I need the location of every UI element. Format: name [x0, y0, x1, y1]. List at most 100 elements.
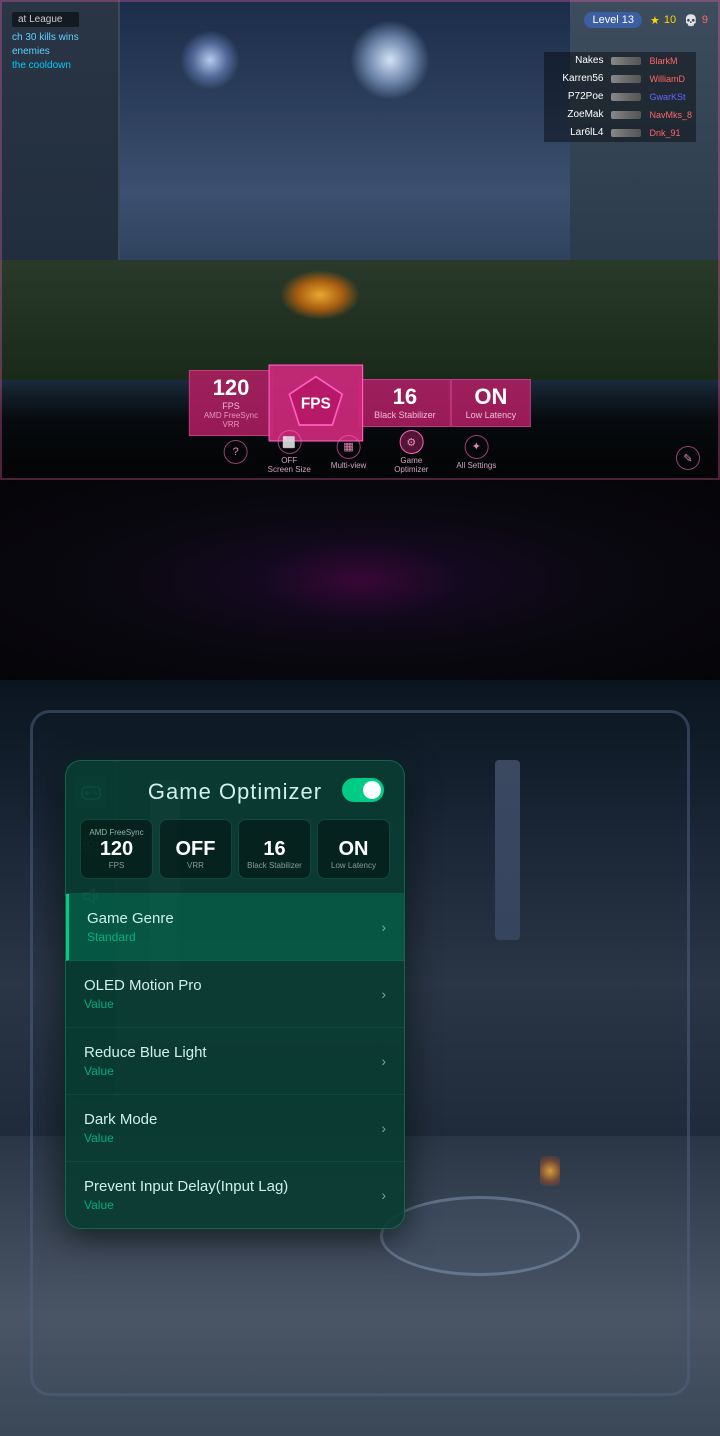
- hud-top-right: Level 13 ★ 10 💀 9 Nakes BlarkM Ka: [584, 12, 708, 34]
- ll-pill-number: ON: [324, 839, 383, 859]
- help-item[interactable]: ?: [224, 440, 248, 464]
- chevron-right-icon: ›: [381, 1120, 386, 1136]
- fps-pill-label: FPS: [87, 861, 146, 870]
- panel-title: Game Optimizer: [148, 779, 322, 805]
- menu-item-rbl-content: Reduce Blue Light Value: [84, 1044, 207, 1078]
- vrr-pill-label: VRR: [166, 861, 225, 870]
- chevron-right-icon: ›: [381, 986, 386, 1002]
- menu-item-pid-content: Prevent Input Delay(Input Lag) Value: [84, 1178, 288, 1212]
- edit-button[interactable]: ✎: [676, 446, 700, 470]
- top-game-section: at League ch 30 kills wins enemies the c…: [0, 0, 720, 480]
- all-settings-item[interactable]: ✦ All Settings: [456, 435, 496, 470]
- game-optimizer-icon[interactable]: ⚙: [399, 430, 423, 454]
- hud-stats-bar: 120 FPS AMD FreeSync VRR FPS: [189, 368, 531, 438]
- gun-icon: [611, 111, 641, 119]
- gun-icon: [611, 57, 641, 65]
- menu-item-game-genre[interactable]: Game Genre Standard ›: [66, 894, 404, 961]
- dark-mode-title: Dark Mode: [84, 1111, 157, 1128]
- low-latency-label: Low Latency: [466, 410, 517, 420]
- score-row: Karren56 WilliamD: [544, 70, 696, 88]
- hud-points: ★ 10: [650, 14, 676, 27]
- chevron-right-icon: ›: [381, 1053, 386, 1069]
- menu-item-game-genre-content: Game Genre Standard: [87, 910, 174, 944]
- low-latency-number: ON: [466, 386, 517, 408]
- fps-pill-number: 120: [87, 839, 146, 859]
- freesync-label: AMD FreeSync: [204, 411, 258, 420]
- stat-pill-low-latency: ON Low Latency: [317, 819, 390, 879]
- fps-pentagon: FPS: [285, 372, 347, 434]
- ground: [0, 260, 720, 380]
- fps-label: FPS: [204, 401, 258, 411]
- stats-row: AMD FreeSync 120 FPS OFF VRR 16 Black St…: [66, 819, 404, 893]
- hud-icon-bar: ? ⬜ OFF Screen Size ▦ Multi-view: [224, 430, 497, 474]
- muzzle-flash: [280, 270, 360, 320]
- vrr-top-label: [166, 828, 225, 837]
- bs-top-label: [245, 828, 304, 837]
- stat-pill-fps: AMD FreeSync 120 FPS: [80, 819, 153, 879]
- chevron-right-icon: ›: [381, 919, 386, 935]
- low-latency-box: ON Low Latency: [451, 379, 532, 427]
- game-scene-top: at League ch 30 kills wins enemies the c…: [0, 0, 720, 480]
- reduce-blue-light-title: Reduce Blue Light: [84, 1044, 207, 1061]
- score-row: P72Poe GwarKSt: [544, 88, 696, 106]
- oled-motion-value: Value: [84, 997, 202, 1011]
- streetlight-glow-2: [350, 20, 430, 100]
- multiview-label: Multi-view: [331, 461, 367, 470]
- toggle-knob: [363, 781, 381, 799]
- skull-icon: 💀: [684, 14, 698, 27]
- level-text: Level 13: [584, 12, 642, 28]
- level-badge: Level 13 ★ 10 💀 9: [584, 12, 708, 28]
- screen-size-label: OFF Screen Size: [268, 456, 311, 474]
- toggle-switch[interactable]: [342, 778, 384, 802]
- score-row: Nakes BlarkM: [544, 52, 696, 70]
- middle-gap-section: [0, 480, 720, 680]
- vrr-sub-label: VRR: [204, 420, 258, 429]
- hud-top-left: at League ch 30 kills wins enemies the c…: [12, 12, 79, 73]
- dark-mode-value: Value: [84, 1131, 157, 1145]
- gun-icon: [611, 75, 641, 83]
- game-optimizer-label: Game Optimizer: [386, 456, 436, 474]
- menu-item-reduce-blue-light[interactable]: Reduce Blue Light Value ›: [66, 1028, 404, 1095]
- prevent-input-delay-value: Value: [84, 1198, 288, 1212]
- bs-pill-label: Black Stabilizer: [245, 861, 304, 870]
- fps-stat-box: 120 FPS AMD FreeSync VRR: [189, 370, 273, 436]
- hud-bottom: 120 FPS AMD FreeSync VRR FPS: [0, 380, 720, 480]
- panel-header: Game Optimizer: [66, 761, 404, 819]
- gun-icon: [611, 129, 641, 137]
- stat-pill-black-stabilizer: 16 Black Stabilizer: [238, 819, 311, 879]
- help-icon[interactable]: ?: [224, 440, 248, 464]
- multiview-icon[interactable]: ▦: [337, 435, 361, 459]
- black-stabilizer-label: Black Stabilizer: [374, 410, 436, 420]
- scoreboard: Nakes BlarkM Karren56 WilliamD P72Poe Gw…: [544, 52, 696, 142]
- game-optimizer-item[interactable]: ⚙ Game Optimizer: [386, 430, 436, 474]
- menu-item-oled-content: OLED Motion Pro Value: [84, 977, 202, 1011]
- score-row: Lar6lL4 Dnk_91: [544, 124, 696, 142]
- menu-item-dark-mode[interactable]: Dark Mode Value ›: [66, 1095, 404, 1162]
- hud-deaths: 💀 9: [684, 14, 708, 27]
- middle-glow: [260, 540, 460, 620]
- game-genre-value: Standard: [87, 930, 174, 944]
- star-icon: ★: [650, 14, 660, 27]
- all-settings-label: All Settings: [456, 461, 496, 470]
- ll-pill-label: Low Latency: [324, 861, 383, 870]
- fps-pentagon-text: FPS: [301, 394, 331, 412]
- all-settings-icon[interactable]: ✦: [464, 435, 488, 459]
- game-genre-title: Game Genre: [87, 910, 174, 927]
- screen-size-item[interactable]: ⬜ OFF Screen Size: [268, 430, 311, 474]
- hud-objective: ch 30 kills wins enemies the cooldown: [12, 31, 79, 73]
- multiview-item[interactable]: ▦ Multi-view: [331, 435, 367, 470]
- ll-top-label: [324, 828, 383, 837]
- menu-item-prevent-input-delay[interactable]: Prevent Input Delay(Input Lag) Value ›: [66, 1162, 404, 1228]
- lantern-glow: [540, 1156, 560, 1186]
- chevron-right-icon: ›: [381, 1187, 386, 1203]
- score-row: ZoeMak NavMks_8: [544, 106, 696, 124]
- black-stabilizer-number: 16: [374, 386, 436, 408]
- bottom-game-section: Game Optimizer AMD FreeSync 120 FPS OFF …: [0, 680, 720, 1436]
- prevent-input-delay-title: Prevent Input Delay(Input Lag): [84, 1178, 288, 1195]
- waterfall-right: [495, 760, 520, 940]
- bs-pill-number: 16: [245, 839, 304, 859]
- optimizer-panel: Game Optimizer AMD FreeSync 120 FPS OFF …: [65, 760, 405, 1229]
- screen-size-icon[interactable]: ⬜: [277, 430, 301, 454]
- menu-item-oled-motion-pro[interactable]: OLED Motion Pro Value ›: [66, 961, 404, 1028]
- streetlight-glow-1: [180, 30, 240, 90]
